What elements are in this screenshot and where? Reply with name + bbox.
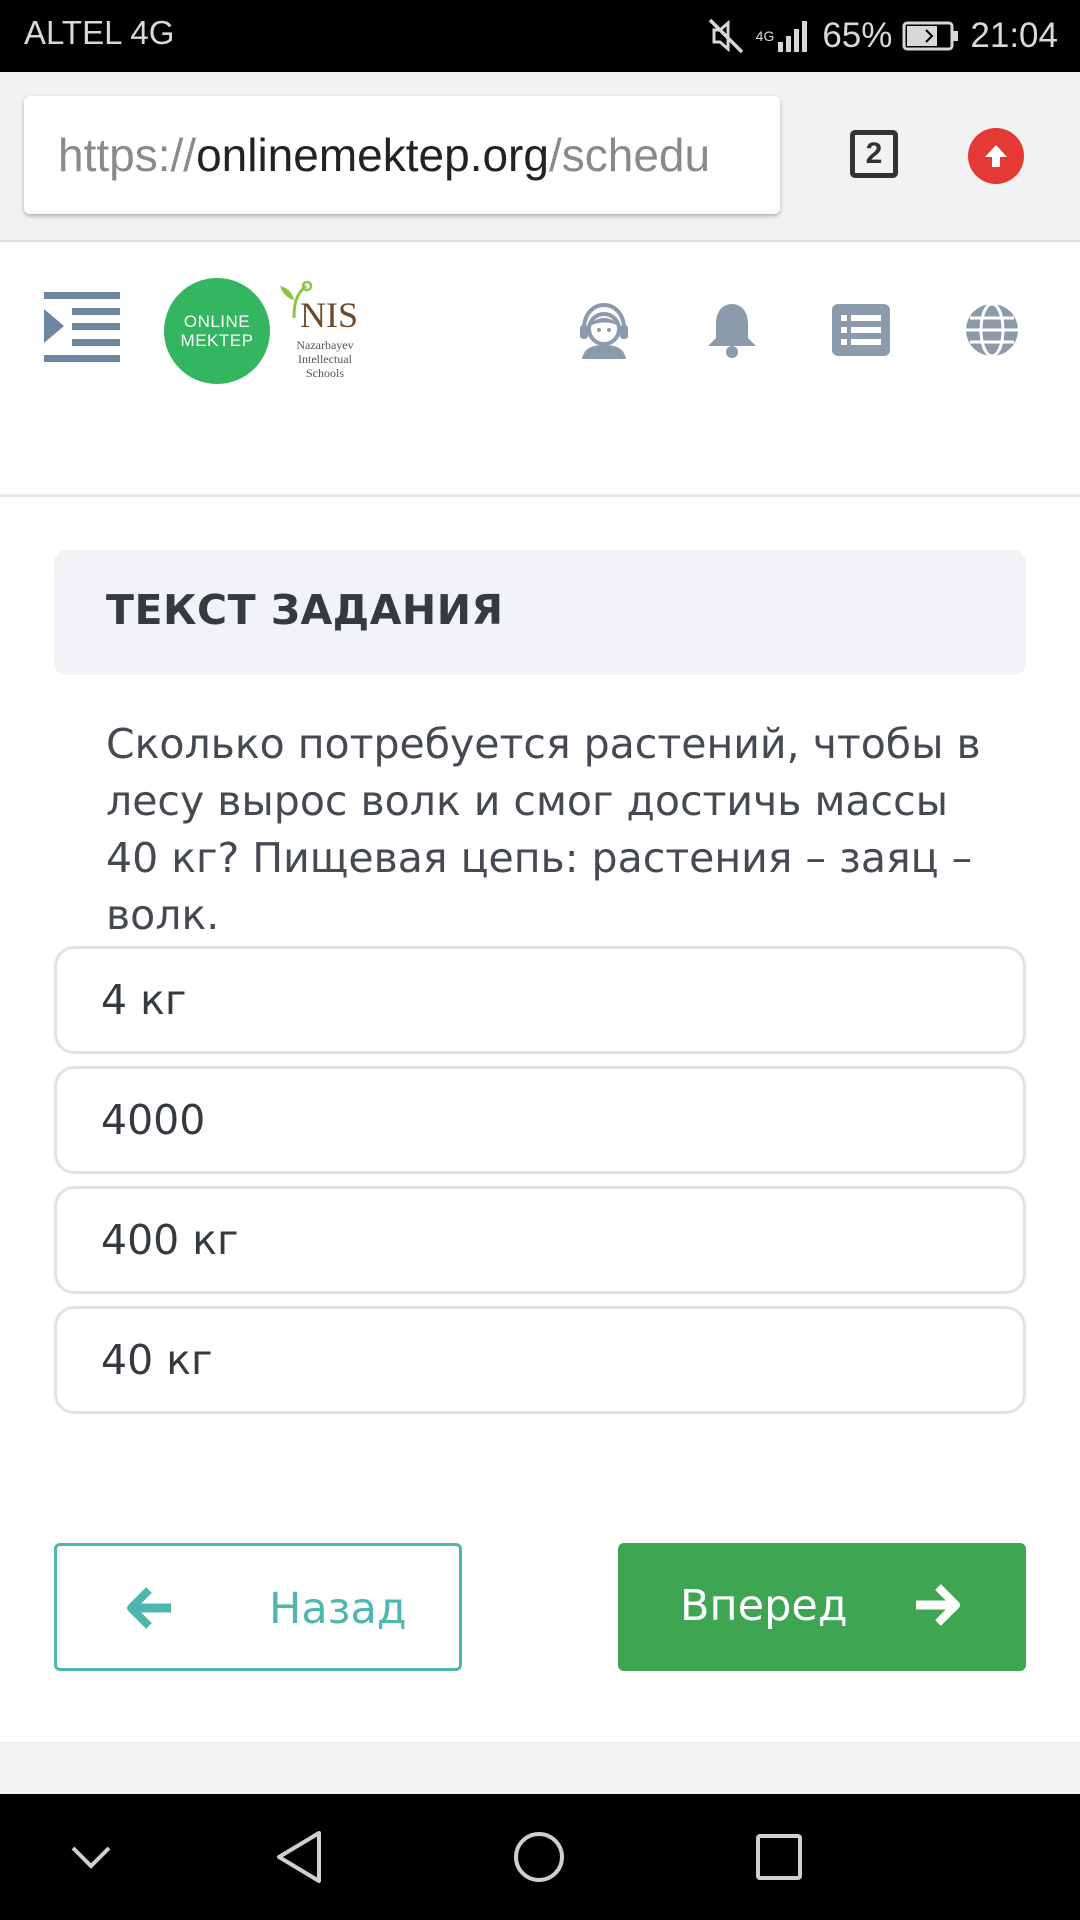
- answer-option[interactable]: 4 кг: [54, 946, 1026, 1054]
- answer-option[interactable]: 4000: [54, 1066, 1026, 1174]
- android-nav-bar: [0, 1794, 1080, 1920]
- back-triangle-icon[interactable]: [266, 1824, 332, 1890]
- answer-list: 4 кг 4000 400 кг 40 кг: [54, 946, 1026, 1426]
- menu-toggle-icon[interactable]: [44, 292, 120, 368]
- nis-logo: NIS Nazarbayev Intellectual Schools: [274, 280, 374, 384]
- online-mektep-logo[interactable]: ONLINE MEKTEP: [164, 278, 270, 384]
- network-type-label: 4G: [755, 28, 775, 44]
- status-icons: 4G 65% 21:04: [706, 12, 1058, 60]
- url-domain: onlinemektep.org: [196, 129, 549, 181]
- task-header: ТЕКСТ ЗАДАНИЯ: [54, 550, 1026, 675]
- tab-switcher-icon[interactable]: 2: [850, 130, 898, 178]
- arrow-left-icon: [127, 1586, 173, 1641]
- question-text: Сколько потребуется растений, чтобы в ле…: [106, 720, 981, 939]
- collapse-chevron-icon[interactable]: [58, 1824, 124, 1890]
- app-header: ONLINE MEKTEP NIS Nazarbayev Intellectua…: [0, 242, 1080, 497]
- nis-subtitle: Nazarbayev Intellectual Schools: [296, 338, 354, 380]
- back-button[interactable]: Назад: [54, 1543, 462, 1671]
- mute-icon: [706, 16, 746, 56]
- clock: 21:04: [970, 16, 1058, 55]
- page-footer-shadow: [0, 1742, 1080, 1795]
- next-button[interactable]: Вперед: [618, 1543, 1026, 1671]
- url-scheme: https://: [58, 129, 197, 181]
- battery-icon: [902, 21, 960, 51]
- carrier-name: ALTEL 4G: [24, 14, 175, 51]
- url-path: /schedu: [548, 129, 711, 181]
- support-agent-icon[interactable]: [572, 298, 636, 362]
- logo-line1: ONLINE: [183, 312, 251, 331]
- url-bar[interactable]: https://onlinemektep.org/schedu: [24, 96, 780, 214]
- home-circle-icon[interactable]: [506, 1824, 572, 1890]
- answer-option[interactable]: 40 кг: [54, 1306, 1026, 1414]
- recents-square-icon[interactable]: [746, 1824, 812, 1890]
- battery-percent: 65%: [822, 16, 893, 55]
- task-section-title: ТЕКСТ ЗАДАНИЯ: [106, 586, 504, 634]
- list-icon[interactable]: [829, 298, 893, 362]
- answer-option[interactable]: 400 кг: [54, 1186, 1026, 1294]
- back-button-label: Назад: [269, 1584, 407, 1634]
- arrow-right-icon: [914, 1583, 960, 1638]
- browser-toolbar: https://onlinemektep.org/schedu 2: [0, 72, 1080, 242]
- url-text[interactable]: https://onlinemektep.org/schedu: [58, 128, 710, 182]
- update-arrow-icon[interactable]: [968, 128, 1024, 184]
- logo-line2: MEKTEP: [180, 331, 254, 350]
- globe-icon[interactable]: [960, 298, 1024, 362]
- nis-title: NIS: [300, 295, 359, 335]
- status-bar: ALTEL 4G 4G 65% 21:04: [0, 0, 1080, 72]
- bell-icon[interactable]: [700, 298, 764, 362]
- signal-icon: [776, 18, 812, 54]
- next-button-label: Вперед: [680, 1581, 848, 1631]
